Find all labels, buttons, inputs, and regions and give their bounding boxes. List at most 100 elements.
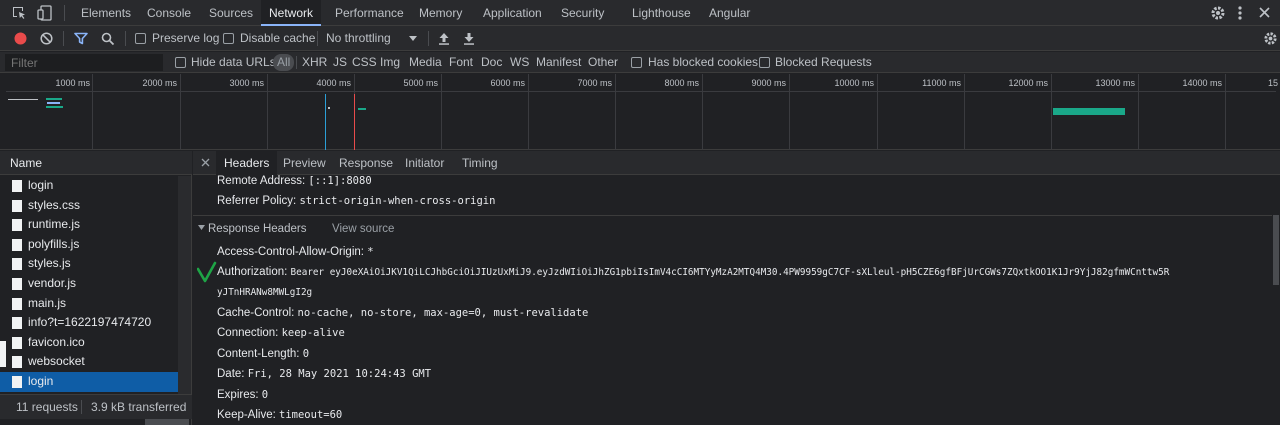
search-icon[interactable] bbox=[101, 32, 115, 46]
filter-type-xhr[interactable]: XHR bbox=[302, 52, 327, 73]
export-har-icon[interactable] bbox=[463, 32, 475, 45]
request-row[interactable]: runtime.js bbox=[0, 215, 178, 235]
request-row[interactable]: websocket bbox=[0, 352, 178, 372]
separator bbox=[428, 31, 429, 46]
request-list: Name login styles.css runtime.js polyfil… bbox=[0, 151, 192, 425]
import-har-icon[interactable] bbox=[438, 32, 450, 45]
gridline bbox=[180, 74, 181, 150]
filter-type-all[interactable]: All bbox=[273, 54, 295, 71]
request-row-selected[interactable]: login bbox=[0, 372, 178, 392]
tab-initiator[interactable]: Initiator bbox=[405, 151, 444, 175]
device-toolbar-icon[interactable] bbox=[37, 5, 53, 21]
request-row[interactable]: styles.css bbox=[0, 196, 178, 216]
filter-type-doc[interactable]: Doc bbox=[481, 52, 502, 73]
disable-cache-checkbox[interactable] bbox=[223, 33, 234, 44]
inspect-element-icon[interactable] bbox=[11, 5, 27, 21]
filter-type-js[interactable]: JS bbox=[333, 52, 347, 73]
load-event-marker bbox=[354, 94, 355, 150]
tab-sources[interactable]: Sources bbox=[209, 0, 253, 26]
gridline bbox=[702, 74, 703, 150]
dom-content-loaded-marker bbox=[325, 94, 326, 150]
view-source-link[interactable]: View source bbox=[332, 219, 394, 239]
filter-type-css[interactable]: CSS bbox=[352, 52, 377, 73]
request-row[interactable]: polyfills.js bbox=[0, 235, 178, 255]
tab-timing[interactable]: Timing bbox=[462, 151, 498, 175]
request-name: login bbox=[28, 374, 54, 388]
filter-type-media[interactable]: Media bbox=[409, 52, 442, 73]
header-line: Connection: keep-alive bbox=[217, 323, 345, 343]
settings-gear-icon[interactable] bbox=[1210, 5, 1226, 21]
filter-type-manifest[interactable]: Manifest bbox=[536, 52, 581, 73]
tab-console[interactable]: Console bbox=[147, 0, 191, 26]
name-column-label: Name bbox=[10, 156, 43, 170]
header-value: keep-alive bbox=[281, 327, 345, 339]
gridline bbox=[441, 74, 442, 150]
request-row[interactable]: login bbox=[0, 176, 178, 196]
request-row[interactable]: favicon.ico bbox=[0, 333, 178, 353]
header-value: timeout=60 bbox=[279, 409, 343, 421]
request-row[interactable]: info?t=1622197474720 bbox=[0, 313, 178, 333]
request-row[interactable]: main.js bbox=[0, 294, 178, 314]
close-detail-icon[interactable] bbox=[201, 158, 210, 167]
transferred-size: 3.9 kB transferred bbox=[91, 400, 187, 414]
request-name: info?t=1622197474720 bbox=[28, 315, 152, 330]
request-name: styles.js bbox=[28, 256, 71, 271]
request-row[interactable]: styles.js bbox=[0, 254, 178, 274]
preserve-log-checkbox[interactable] bbox=[135, 33, 146, 44]
filter-type-ws[interactable]: WS bbox=[510, 52, 529, 73]
more-options-icon[interactable] bbox=[1236, 5, 1244, 21]
time-tick: 5000 ms bbox=[403, 78, 438, 88]
header-key: Access-Control-Allow-Origin: bbox=[217, 246, 364, 258]
horizontal-scroll-thumb[interactable] bbox=[145, 419, 189, 425]
name-column-header[interactable]: Name bbox=[0, 151, 192, 175]
request-count: 11 requests bbox=[16, 400, 78, 414]
filter-input[interactable] bbox=[5, 54, 163, 71]
network-settings-gear-icon[interactable] bbox=[1263, 31, 1278, 46]
has-blocked-cookies-checkbox[interactable] bbox=[631, 57, 642, 68]
filter-type-other[interactable]: Other bbox=[588, 52, 618, 73]
dropdown-arrow-icon[interactable] bbox=[409, 36, 417, 42]
filter-funnel-icon[interactable] bbox=[74, 32, 88, 45]
has-blocked-cookies-label: Has blocked cookies bbox=[648, 55, 759, 69]
clear-icon[interactable] bbox=[40, 32, 53, 45]
response-headers-title[interactable]: Response Headers bbox=[208, 219, 306, 239]
tab-network[interactable]: Network bbox=[261, 0, 322, 26]
header-value: no-cache, no-store, max-age=0, must-reva… bbox=[297, 307, 589, 319]
record-icon[interactable] bbox=[14, 32, 27, 45]
file-icon bbox=[12, 336, 22, 349]
tab-performance[interactable]: Performance bbox=[335, 0, 404, 26]
header-value: [::1]:8080 bbox=[308, 175, 372, 187]
header-key: Date: bbox=[217, 368, 245, 380]
throttling-select[interactable]: No throttling bbox=[326, 26, 391, 51]
scrollbar-track[interactable] bbox=[178, 176, 191, 396]
section-expand-triangle-icon[interactable] bbox=[198, 225, 205, 231]
time-tick: 15 bbox=[1267, 78, 1278, 88]
blocked-requests-checkbox[interactable] bbox=[759, 57, 770, 68]
hide-data-urls-label: Hide data URLs bbox=[191, 55, 276, 69]
request-row[interactable]: vendor.js bbox=[0, 274, 178, 294]
tab-angular[interactable]: Angular bbox=[709, 0, 750, 26]
close-devtools-icon[interactable] bbox=[1258, 6, 1271, 19]
header-key: Remote Address: bbox=[217, 175, 306, 187]
time-tick: 7000 ms bbox=[577, 78, 612, 88]
tab-application[interactable]: Application bbox=[483, 0, 542, 26]
tab-lighthouse[interactable]: Lighthouse bbox=[632, 0, 691, 26]
filter-type-img[interactable]: Img bbox=[380, 52, 400, 73]
tab-elements[interactable]: Elements bbox=[81, 0, 131, 26]
detail-scrollbar-track[interactable] bbox=[1272, 175, 1280, 425]
header-key: Referrer Policy: bbox=[217, 195, 297, 207]
gridline bbox=[267, 74, 268, 150]
header-value-continuation: yJTnHRANw8MWLgI2g bbox=[217, 287, 313, 298]
filter-type-font[interactable]: Font bbox=[449, 52, 473, 73]
time-tick: 3000 ms bbox=[229, 78, 264, 88]
time-tick: 14000 ms bbox=[1182, 78, 1222, 88]
hide-data-urls-checkbox[interactable] bbox=[175, 57, 186, 68]
preserve-log-label: Preserve log bbox=[152, 31, 220, 45]
timeline-overview[interactable]: 1000 ms 2000 ms 3000 ms 4000 ms 5000 ms … bbox=[0, 74, 1280, 150]
tab-memory[interactable]: Memory bbox=[419, 0, 462, 26]
detail-scrollbar-thumb[interactable] bbox=[1273, 215, 1279, 285]
tab-security[interactable]: Security bbox=[561, 0, 604, 26]
header-line: Cache-Control: no-cache, no-store, max-a… bbox=[217, 303, 588, 323]
header-line-continuation: yJTnHRANw8MWLgI2g bbox=[217, 282, 312, 302]
gridline bbox=[1051, 74, 1052, 150]
